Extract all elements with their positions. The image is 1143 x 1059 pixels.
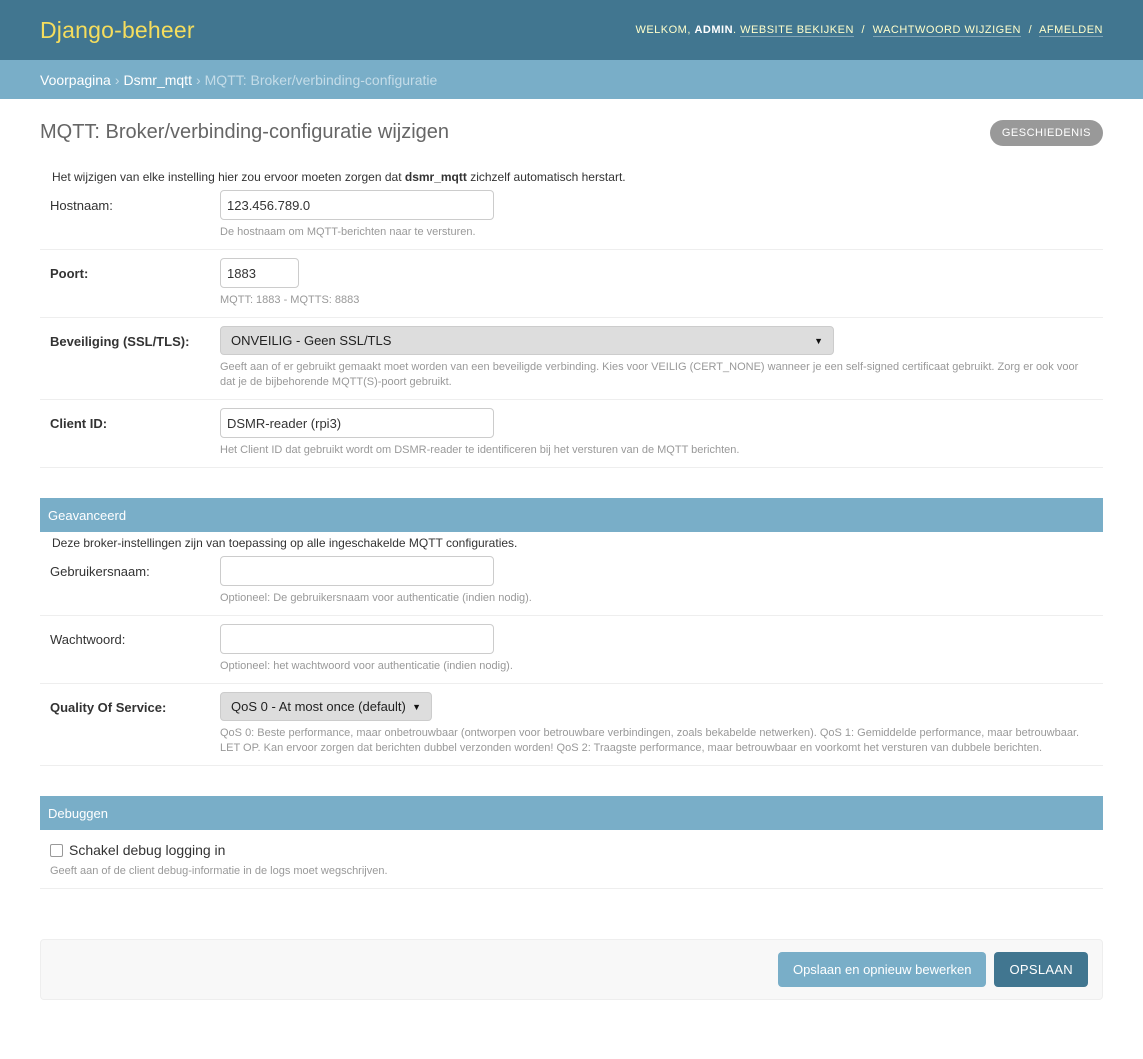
username-row: Gebruikersnaam: Optioneel: De gebruikers…: [40, 552, 1103, 616]
separator: /: [861, 24, 866, 36]
password-label: Wachtwoord:: [50, 632, 126, 647]
qos-select[interactable]: QoS 0 - At most once (default) ▼: [220, 692, 432, 721]
client-id-input[interactable]: [220, 408, 494, 438]
debug-help: Geeft aan of de client debug-informatie …: [50, 865, 388, 877]
debug-title: Debuggen: [40, 796, 1103, 830]
view-site-link[interactable]: Website bekijken: [740, 24, 854, 37]
security-select-value: ONVEILIG - Geen SSL/TLS: [231, 333, 392, 348]
security-help: Geeft aan of er gebruikt gemaakt moet wo…: [220, 361, 1079, 388]
password-help: Optioneel: het wachtwoord voor authentic…: [220, 660, 513, 672]
description-text: zichzelf automatisch herstart.: [466, 170, 626, 184]
history-button[interactable]: Geschiedenis: [989, 120, 1103, 146]
password-input[interactable]: [220, 624, 494, 654]
qos-label: Quality Of Service:: [50, 700, 167, 715]
fieldset-description: Het wijzigen van elke instelling hier zo…: [40, 166, 1103, 186]
main-fieldset: Het wijzigen van elke instelling hier zo…: [40, 166, 1103, 468]
breadcrumb-app[interactable]: Dsmr_mqtt: [124, 72, 192, 88]
change-password-link[interactable]: Wachtwoord wijzigen: [872, 24, 1022, 37]
chevron-down-icon: ▼: [412, 701, 421, 712]
debug-logging-checkbox[interactable]: [50, 843, 63, 857]
username-label: Gebruikersnaam:: [50, 564, 150, 579]
user-tools: Welkom, admin. Website bekijken / Wachtw…: [635, 24, 1103, 37]
security-row: Beveiliging (SSL/TLS): ONVEILIG - Geen S…: [40, 318, 1103, 400]
advanced-description: Deze broker-instellingen zijn van toepas…: [52, 536, 518, 550]
description-app-name: dsmr_mqtt: [404, 170, 467, 184]
debug-row: Schakel debug logging in Geeft aan of de…: [40, 830, 1103, 889]
advanced-title: Geavanceerd: [40, 498, 1103, 532]
separator: /: [1028, 24, 1033, 36]
breadcrumb-current: MQTT: Broker/verbinding-configuratie: [204, 71, 438, 88]
description-text: Het wijzigen van elke instelling hier zo…: [52, 170, 405, 184]
username-input[interactable]: [220, 556, 494, 586]
hostname-help: De hostnaam om MQTT-berichten naar te ve…: [220, 226, 476, 238]
client-id-label: Client ID:: [50, 416, 108, 431]
site-brand[interactable]: Django-beheer: [40, 17, 195, 44]
debug-fieldset: Debuggen Schakel debug logging in Geeft …: [40, 796, 1103, 889]
client-id-help: Het Client ID dat gebruikt wordt om DSMR…: [220, 444, 740, 456]
logout-link[interactable]: Afmelden: [1039, 24, 1103, 37]
security-select[interactable]: ONVEILIG - Geen SSL/TLS ▼: [220, 326, 834, 355]
qos-row: Quality Of Service: QoS 0 - At most once…: [40, 684, 1103, 766]
security-label: Beveiliging (SSL/TLS):: [50, 334, 190, 349]
breadcrumb-separator: ›: [195, 71, 201, 88]
client-id-row: Client ID: Het Client ID dat gebruikt wo…: [40, 400, 1103, 468]
submit-row: Opslaan en opnieuw bewerken Opslaan: [40, 939, 1103, 1000]
save-button[interactable]: Opslaan: [994, 952, 1088, 987]
hostname-input[interactable]: [220, 190, 494, 220]
port-row: Poort: MQTT: 1883 - MQTTS: 8883: [40, 250, 1103, 318]
advanced-fieldset: Geavanceerd Deze broker-instellingen zij…: [40, 498, 1103, 766]
username: admin: [694, 24, 734, 36]
site-header: Django-beheer Welkom, admin. Website bek…: [0, 0, 1143, 60]
breadcrumb: Voorpagina › Dsmr_mqtt › MQTT: Broker/ve…: [0, 60, 1143, 99]
port-help: MQTT: 1883 - MQTTS: 8883: [220, 294, 360, 306]
qos-select-value: QoS 0 - At most once (default): [231, 699, 406, 714]
welcome-text: Welkom,: [635, 24, 691, 36]
password-row: Wachtwoord: Optioneel: het wachtwoord vo…: [40, 616, 1103, 684]
page-title: MQTT: Broker/verbinding-configuratie wij…: [40, 121, 450, 143]
username-help: Optioneel: De gebruikersnaam voor authen…: [220, 592, 532, 604]
chevron-down-icon: ▼: [814, 335, 823, 346]
hostname-label: Hostnaam:: [50, 198, 113, 213]
debug-logging-label[interactable]: Schakel debug logging in: [69, 842, 225, 858]
hostname-row: Hostnaam: De hostnaam om MQTT-berichten …: [40, 186, 1103, 250]
port-input[interactable]: [220, 258, 299, 288]
port-label: Poort:: [50, 266, 89, 281]
main-content: MQTT: Broker/verbinding-configuratie wij…: [0, 99, 1143, 939]
breadcrumb-home[interactable]: Voorpagina: [40, 72, 111, 88]
breadcrumb-separator: ›: [114, 71, 120, 88]
qos-help: QoS 0: Beste performance, maar onbetrouw…: [220, 727, 1080, 754]
save-and-continue-button[interactable]: Opslaan en opnieuw bewerken: [777, 952, 987, 987]
